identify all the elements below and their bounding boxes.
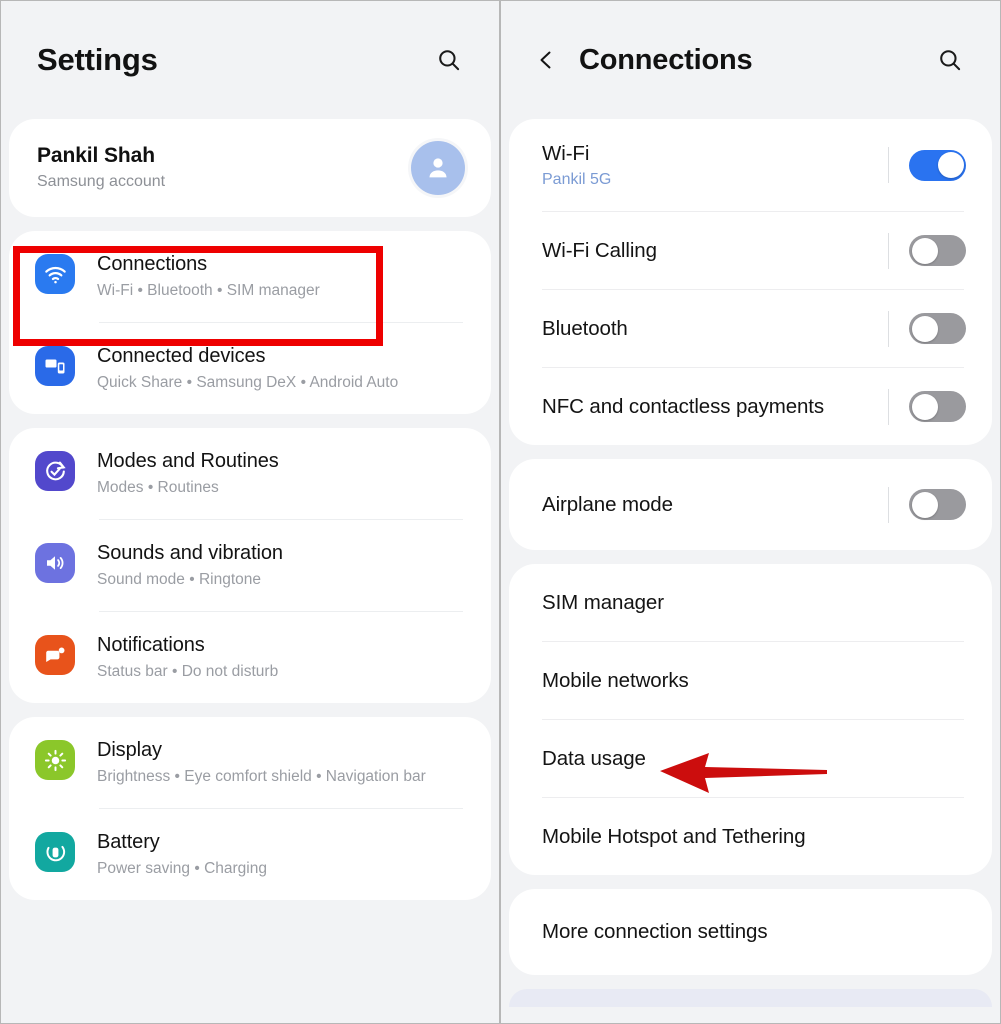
row-label: Wi-Fi [542,141,590,165]
sidebar-item-label: Connections [97,253,208,275]
screenshot-root: Settings Pankil Shah Samsung account Con… [0,0,1001,1024]
search-icon[interactable] [429,40,469,80]
sidebar-item-sublabel: Power saving • Charging [97,860,267,877]
row-label: Bluetooth [542,316,628,340]
row-mobile-networks[interactable]: Mobile networks [509,642,992,719]
row-wi-fi[interactable]: Wi-Fi Pankil 5G [509,119,992,211]
sidebar-item-modes-and-routines[interactable]: Modes and Routines Modes • Routines [9,428,491,519]
sidebar-item-sounds-and-vibration[interactable]: Sounds and vibration Sound mode • Ringto… [9,520,491,611]
notifications-icon [35,635,75,675]
sidebar-item-label: Modes and Routines [97,450,279,472]
account-card[interactable]: Pankil Shah Samsung account [9,119,491,217]
row-label: Data usage [542,746,646,770]
sidebar-item-sublabel: Brightness • Eye comfort shield • Naviga… [97,768,426,785]
sidebar-item-battery[interactable]: Battery Power saving • Charging [9,809,491,900]
search-icon[interactable] [930,40,970,80]
toggle-airplane-mode[interactable] [909,489,966,520]
wifi-icon [35,254,75,294]
page-title: Connections [579,43,753,76]
row-label: Mobile networks [542,668,689,692]
sidebar-item-label: Display [97,739,162,761]
modes-icon [35,451,75,491]
sidebar-item-label: Sounds and vibration [97,542,283,564]
connections-screen: Connections Wi-Fi Pankil 5G Wi-Fi Callin… [500,0,1001,1024]
next-card-peek [509,989,992,1007]
toggle-separator [888,147,889,183]
connections-group-3: SIM manager Mobile networks Data usage M… [509,564,992,875]
row-wi-fi-calling[interactable]: Wi-Fi Calling [509,212,992,289]
profile-row[interactable]: Pankil Shah Samsung account [9,119,491,217]
row-sim-manager[interactable]: SIM manager [509,564,992,641]
sidebar-item-sublabel: Status bar • Do not disturb [97,663,279,680]
sidebar-item-sublabel: Sound mode • Ringtone [97,571,261,588]
row-data-usage[interactable]: Data usage [509,720,992,797]
sidebar-item-sublabel: Wi-Fi • Bluetooth • SIM manager [97,282,320,299]
account-name: Pankil Shah [37,144,155,167]
toggle-wi-fi[interactable] [909,149,966,181]
settings-group-2: Modes and Routines Modes • Routines Soun… [9,428,491,703]
sidebar-item-display[interactable]: Display Brightness • Eye comfort shield … [9,717,491,808]
sidebar-item-label: Connected devices [97,345,266,367]
sidebar-item-sublabel: Quick Share • Samsung DeX • Android Auto [97,374,399,391]
toggle-separator [888,310,889,347]
row-sublabel: Pankil 5G [542,170,612,188]
row-label: Wi-Fi Calling [542,238,657,262]
sidebar-item-label: Battery [97,831,160,853]
sidebar-item-connected-devices[interactable]: Connected devices Quick Share • Samsung … [9,323,491,414]
person-icon [429,158,447,178]
toggle-nfc[interactable] [909,391,966,422]
row-label: Airplane mode [542,492,673,516]
toggle-separator [888,388,889,425]
settings-screen: Settings Pankil Shah Samsung account Con… [0,0,500,1024]
row-bluetooth[interactable]: Bluetooth [509,290,992,367]
row-nfc-and-contactless-payments[interactable]: NFC and contactless payments [509,368,992,445]
row-label: Mobile Hotspot and Tethering [542,824,806,848]
connections-group-4: More connection settings [509,889,992,975]
connections-header: Connections [501,1,1000,119]
sidebar-item-connections[interactable]: Connections Wi-Fi • Bluetooth • SIM mana… [9,231,491,322]
sidebar-item-label: Notifications [97,634,205,656]
avatar[interactable] [411,141,465,195]
devices-icon [35,346,75,386]
toggle-separator [888,486,889,523]
row-label: More connection settings [542,920,768,943]
connections-group-2: Airplane mode [509,459,992,550]
account-subtitle: Samsung account [37,173,166,190]
brightness-icon [35,740,75,780]
row-label: SIM manager [542,590,664,614]
row-more-connection-settings[interactable]: More connection settings [509,889,992,975]
toggle-wi-fi-calling[interactable] [909,235,966,266]
settings-header: Settings [1,1,499,119]
chevron-left-icon[interactable] [531,40,561,80]
toggle-bluetooth[interactable] [909,313,966,344]
battery-icon [35,832,75,872]
row-airplane-mode[interactable]: Airplane mode [509,459,992,550]
row-label: NFC and contactless payments [542,394,825,418]
sidebar-item-sublabel: Modes • Routines [97,479,219,496]
toggle-separator [888,232,889,269]
row-mobile-hotspot-and-tethering[interactable]: Mobile Hotspot and Tethering [509,798,992,875]
page-title: Settings [37,42,158,77]
sidebar-item-notifications[interactable]: Notifications Status bar • Do not distur… [9,612,491,703]
settings-group-3: Display Brightness • Eye comfort shield … [9,717,491,900]
settings-group-1: Connections Wi-Fi • Bluetooth • SIM mana… [9,231,491,414]
sound-icon [35,543,75,583]
connections-group-1: Wi-Fi Pankil 5G Wi-Fi Calling Bluetooth [509,119,992,445]
